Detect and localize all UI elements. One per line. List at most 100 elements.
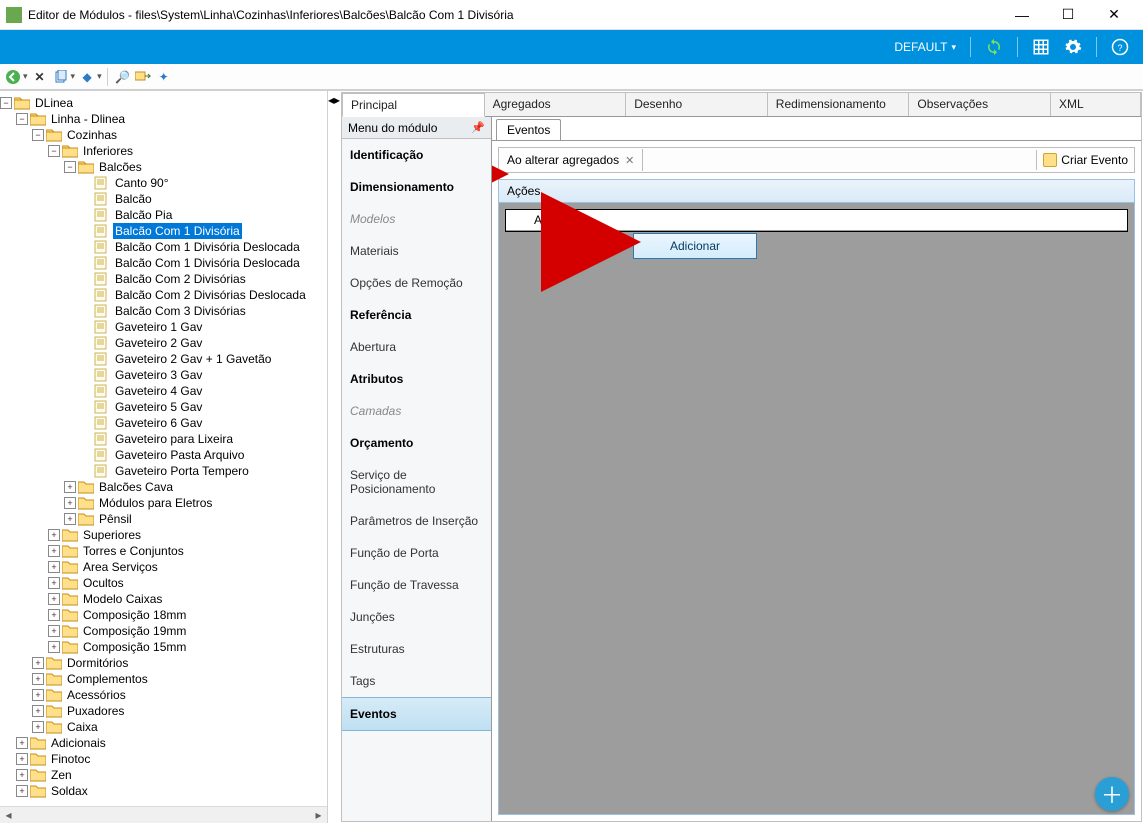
tree-toggle-icon[interactable] xyxy=(80,385,92,397)
tree-node[interactable]: +Acessórios xyxy=(0,687,327,703)
tree-toggle-icon[interactable]: + xyxy=(32,689,44,701)
tree-toggle-icon[interactable]: + xyxy=(48,545,60,557)
back-dropdown[interactable]: ▾ xyxy=(23,71,28,82)
module-menu-item[interactable]: Tags xyxy=(342,665,491,697)
tree-toggle-icon[interactable]: + xyxy=(32,705,44,717)
module-menu-item[interactable]: Junções xyxy=(342,601,491,633)
tree-node[interactable]: +Pênsil xyxy=(0,511,327,527)
tree-toggle-icon[interactable]: − xyxy=(16,113,28,125)
back-icon[interactable] xyxy=(4,68,22,86)
tree-node[interactable]: +Dormitórios xyxy=(0,655,327,671)
tree-toggle-icon[interactable] xyxy=(80,209,92,221)
help-icon[interactable]: ? xyxy=(1107,36,1133,58)
tree-node[interactable]: Balcão Com 1 Divisória xyxy=(0,223,327,239)
tree-toggle-icon[interactable] xyxy=(80,321,92,333)
splitter-handle[interactable]: ◂▸ xyxy=(328,91,340,823)
delete-icon[interactable]: ✕ xyxy=(31,68,49,86)
module-menu-item[interactable]: Dimensionamento xyxy=(342,171,491,203)
tree-node[interactable]: −Inferiores xyxy=(0,143,327,159)
tree-node[interactable]: Gaveteiro Pasta Arquivo xyxy=(0,447,327,463)
tree-toggle-icon[interactable]: + xyxy=(48,561,60,573)
tree-toggle-icon[interactable]: + xyxy=(64,513,76,525)
tree-toggle-icon[interactable]: + xyxy=(32,657,44,669)
maximize-button[interactable]: ☐ xyxy=(1045,0,1091,30)
tree-node[interactable]: +Area Serviços xyxy=(0,559,327,575)
tree-toggle-icon[interactable] xyxy=(80,417,92,429)
top-tab[interactable]: Desenho xyxy=(626,93,768,116)
tree-toggle-icon[interactable]: + xyxy=(48,593,60,605)
module-menu-item[interactable]: Referência xyxy=(342,299,491,331)
tree-node[interactable]: Gaveteiro 4 Gav xyxy=(0,383,327,399)
tree-toggle-icon[interactable] xyxy=(80,337,92,349)
tree-node[interactable]: +Torres e Conjuntos xyxy=(0,543,327,559)
minimize-button[interactable]: — xyxy=(999,0,1045,30)
tree-horizontal-scrollbar[interactable]: ◂▸ xyxy=(0,806,327,823)
refresh-icon[interactable] xyxy=(981,36,1007,58)
tree-node[interactable]: Balcão xyxy=(0,191,327,207)
replace-icon[interactable] xyxy=(134,68,152,86)
tree-toggle-icon[interactable]: + xyxy=(16,737,28,749)
tree-node[interactable]: −Cozinhas xyxy=(0,127,327,143)
module-menu-item[interactable]: Eventos xyxy=(342,697,491,731)
tree-toggle-icon[interactable] xyxy=(80,353,92,365)
event-tab[interactable]: Ao alterar agregados ✕ xyxy=(499,149,643,171)
tree-node[interactable]: Balcão Com 2 Divisórias xyxy=(0,271,327,287)
top-tab[interactable]: Observações xyxy=(909,93,1051,116)
tree-node[interactable]: Balcão Com 1 Divisória Deslocada xyxy=(0,239,327,255)
module-menu-item[interactable]: Materiais xyxy=(342,235,491,267)
tree-toggle-icon[interactable] xyxy=(80,449,92,461)
tree-node[interactable]: Gaveteiro 2 Gav xyxy=(0,335,327,351)
tree-node[interactable]: +Composição 15mm xyxy=(0,639,327,655)
tree-toggle-icon[interactable] xyxy=(80,257,92,269)
tree-node[interactable]: +Zen xyxy=(0,767,327,783)
tree-toggle-icon[interactable] xyxy=(80,225,92,237)
tree-node[interactable]: Gaveteiro Porta Tempero xyxy=(0,463,327,479)
add-fab-button[interactable]: ＋ xyxy=(1095,777,1129,811)
tree-toggle-icon[interactable]: − xyxy=(0,97,12,109)
tree-node[interactable]: Balcão Pia xyxy=(0,207,327,223)
tree-node[interactable]: Canto 90° xyxy=(0,175,327,191)
tree-toggle-icon[interactable] xyxy=(80,433,92,445)
tree-toggle-icon[interactable]: + xyxy=(48,577,60,589)
module-menu-item[interactable]: Opções de Remoção xyxy=(342,267,491,299)
module-menu-item[interactable]: Modelos xyxy=(342,203,491,235)
module-menu-item[interactable]: Função de Porta xyxy=(342,537,491,569)
top-tab[interactable]: XML xyxy=(1051,93,1141,116)
tree-node[interactable]: +Finotoc xyxy=(0,751,327,767)
close-button[interactable]: ✕ xyxy=(1091,0,1137,30)
module-menu-item[interactable]: Serviço de Posicionamento xyxy=(342,459,491,505)
actions-table[interactable]: Ação xyxy=(505,209,1128,232)
tree-toggle-icon[interactable]: + xyxy=(16,769,28,781)
tree-toggle-icon[interactable] xyxy=(80,465,92,477)
tree-node[interactable]: +Ocultos xyxy=(0,575,327,591)
tree-toggle-icon[interactable]: + xyxy=(48,641,60,653)
tree-node[interactable]: +Módulos para Eletros xyxy=(0,495,327,511)
tree-node[interactable]: −Linha - Dlinea xyxy=(0,111,327,127)
grid-icon[interactable] xyxy=(1028,36,1054,58)
tree-node[interactable]: −DLinea xyxy=(0,95,327,111)
tree-toggle-icon[interactable]: + xyxy=(48,609,60,621)
module-menu-item[interactable]: Orçamento xyxy=(342,427,491,459)
tree-node[interactable]: −Balcões xyxy=(0,159,327,175)
tree-node[interactable]: Balcão Com 3 Divisórias xyxy=(0,303,327,319)
module-menu-item[interactable]: Parâmetros de Inserção xyxy=(342,505,491,537)
copy-dropdown[interactable]: ▾ xyxy=(71,71,76,82)
tree-toggle-icon[interactable]: + xyxy=(32,673,44,685)
tree-node[interactable]: +Soldax xyxy=(0,783,327,799)
tree-toggle-icon[interactable] xyxy=(80,241,92,253)
tree-node[interactable]: +Balcões Cava xyxy=(0,479,327,495)
module-menu-item[interactable]: Atributos xyxy=(342,363,491,395)
module-menu-item[interactable]: Abertura xyxy=(342,331,491,363)
subtab-eventos[interactable]: Eventos xyxy=(496,119,561,140)
tree-node[interactable]: Gaveteiro 5 Gav xyxy=(0,399,327,415)
module-tree[interactable]: −DLinea−Linha - Dlinea−Cozinhas−Inferior… xyxy=(0,91,327,806)
find-icon[interactable]: 🔎 xyxy=(113,68,131,86)
tree-toggle-icon[interactable]: + xyxy=(16,785,28,797)
settings-icon[interactable] xyxy=(1060,36,1086,58)
tree-toggle-icon[interactable] xyxy=(80,177,92,189)
module-menu-item[interactable]: Identificação xyxy=(342,139,491,171)
tree-node[interactable]: +Composição 18mm xyxy=(0,607,327,623)
tree-toggle-icon[interactable] xyxy=(80,289,92,301)
module-menu-item[interactable]: Estruturas xyxy=(342,633,491,665)
diamond-icon[interactable]: ◆ xyxy=(78,68,96,86)
